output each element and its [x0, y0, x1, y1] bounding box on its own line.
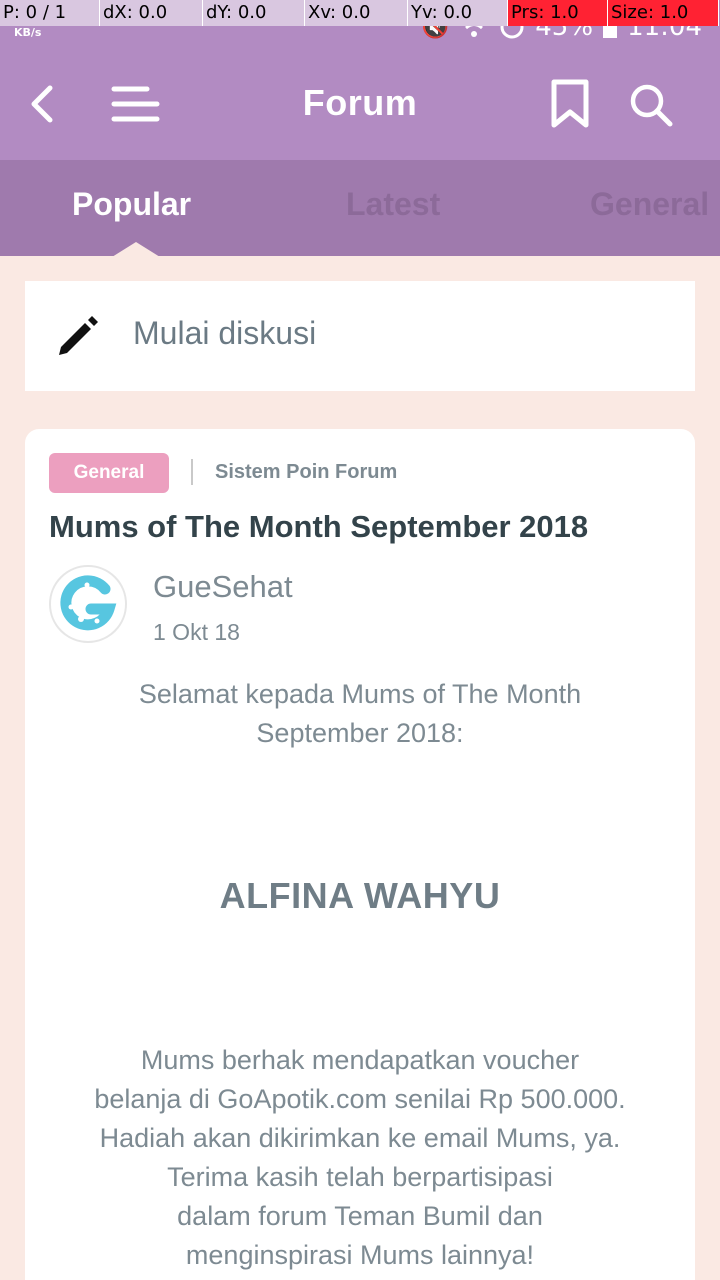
- tab-popular[interactable]: Popular: [72, 186, 191, 223]
- overlay-pointer: P: 0 / 1: [0, 0, 100, 26]
- intro-line: September 2018:: [256, 718, 464, 748]
- prize-line: dalam forum Teman Bumil dan: [177, 1201, 543, 1231]
- overlay-yv: Yv: 0.0: [408, 0, 508, 26]
- prize-line: belanja di GoApotik.com senilai Rp 500.0…: [94, 1084, 626, 1114]
- tab-general[interactable]: General: [590, 186, 709, 223]
- category-divider: [191, 459, 193, 485]
- overlay-xv: Xv: 0.0: [305, 0, 408, 26]
- prize-line: Hadiah akan dikirimkan ke email Mums, ya…: [99, 1123, 621, 1153]
- winner-name: ALFINA WAHYU: [219, 875, 501, 916]
- tab-latest[interactable]: Latest: [346, 186, 440, 223]
- search-icon: [630, 84, 673, 127]
- prize-line: Terima kasih telah berpartisipasi: [167, 1162, 553, 1192]
- bookmark-icon: [551, 79, 589, 128]
- post-card[interactable]: General Sistem Poin Forum Mums of The Mo…: [25, 429, 695, 1280]
- post-intro: Selamat kepada Mums of The Month Septemb…: [45, 675, 675, 753]
- author-name[interactable]: GueSehat: [153, 569, 293, 605]
- intro-line: Selamat kepada Mums of The Month: [138, 679, 582, 709]
- pointer-location-overlay: P: 0 / 1 dX: 0.0 dY: 0.0 Xv: 0.0 Yv: 0.0…: [0, 0, 720, 26]
- post-title[interactable]: Mums of The Month September 2018: [49, 509, 689, 545]
- prize-line: menginspirasi Mums lainnya!: [185, 1240, 535, 1270]
- start-discussion-label: Mulai diskusi: [133, 315, 317, 351]
- category-badge[interactable]: General: [49, 453, 169, 493]
- post-prize-text: Mums berhak mendapatkan voucher belanja …: [45, 1041, 675, 1275]
- subcategory-label[interactable]: Sistem Poin Forum: [215, 461, 397, 484]
- start-discussion-card[interactable]: Mulai diskusi: [25, 281, 695, 391]
- active-tab-indicator: [112, 242, 160, 256]
- net-speed-unit: KB/s: [14, 26, 42, 39]
- page-title: Forum: [302, 82, 418, 123]
- search-button[interactable]: [624, 78, 678, 132]
- overlay-size: Size: 1.0: [608, 0, 719, 26]
- overlay-dy: dY: 0.0: [203, 0, 305, 26]
- prize-line: Mums berhak mendapatkan voucher: [140, 1045, 580, 1075]
- pencil-icon: [59, 316, 98, 355]
- overlay-prs: Prs: 1.0: [508, 0, 608, 26]
- guesehat-logo-icon: [60, 575, 117, 631]
- bookmark-button[interactable]: [546, 76, 594, 132]
- post-date: 1 Okt 18: [153, 619, 240, 645]
- overlay-dx: dX: 0.0: [100, 0, 203, 26]
- tab-bar: Popular Latest General: [0, 160, 720, 256]
- author-avatar[interactable]: [49, 565, 127, 643]
